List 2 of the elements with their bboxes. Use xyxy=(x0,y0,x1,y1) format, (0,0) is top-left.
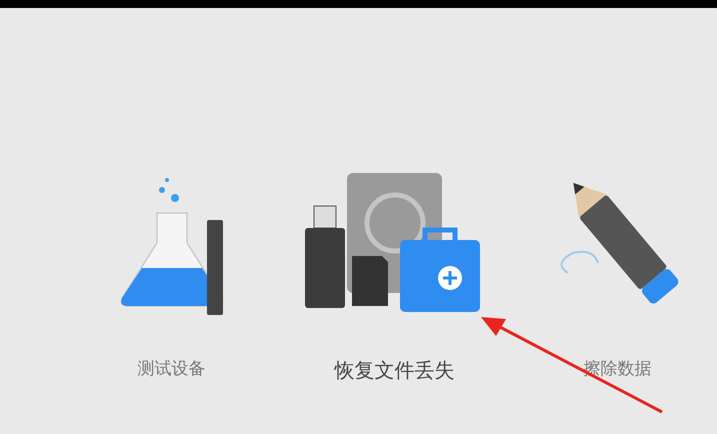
option-label[interactable]: 测试设备 xyxy=(138,356,206,382)
option-label[interactable]: 恢复文件丢失 xyxy=(334,356,454,386)
